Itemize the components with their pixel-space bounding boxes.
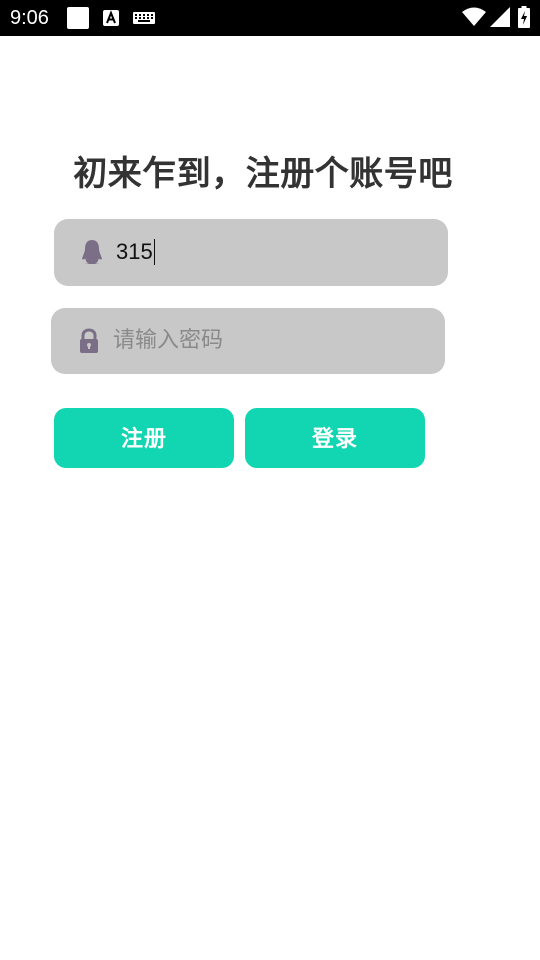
register-screen: 初来乍到，注册个账号吧 315 请输入密码 注册 登录 <box>0 36 540 960</box>
username-value: 315 <box>116 239 153 264</box>
username-field[interactable]: 315 <box>54 219 448 286</box>
lock-icon <box>80 328 98 353</box>
status-bar: 9:06 <box>0 0 540 36</box>
page-title: 初来乍到，注册个账号吧 <box>73 154 453 194</box>
signal-icon <box>490 7 510 27</box>
square-notification-icon <box>67 7 89 29</box>
battery-charging-icon <box>518 6 530 28</box>
text-caret <box>153 239 156 265</box>
username-input[interactable]: 315 <box>116 235 156 269</box>
keyboard-icon <box>133 12 155 24</box>
a-notification-icon <box>103 10 119 26</box>
wifi-icon <box>462 7 486 26</box>
qq-penguin-icon <box>82 240 102 264</box>
status-time: 9:06 <box>10 7 49 29</box>
register-button[interactable]: 注册 <box>54 408 234 468</box>
password-field[interactable]: 请输入密码 <box>51 308 445 374</box>
password-input[interactable]: 请输入密码 <box>113 324 223 358</box>
login-button[interactable]: 登录 <box>245 408 425 468</box>
